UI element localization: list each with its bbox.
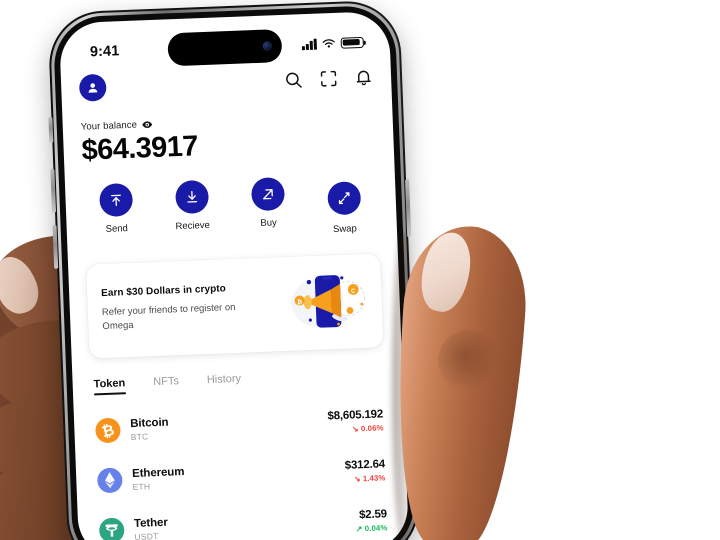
wifi-icon — [322, 38, 335, 48]
battery-icon — [340, 36, 364, 49]
user-avatar-icon[interactable] — [78, 73, 107, 102]
action-label: Recieve — [175, 219, 211, 233]
token-price: $2.59 — [358, 507, 388, 521]
bitcoin-icon: ₿ — [94, 417, 121, 444]
action-swap[interactable]: Swap — [315, 181, 373, 236]
action-receive[interactable]: Recieve — [163, 179, 221, 242]
bell-icon[interactable] — [354, 68, 374, 88]
token-change: ↗ 0.04% — [356, 523, 388, 533]
token-values: $2.59 ↗ 0.04% — [355, 507, 388, 533]
status-bar-indicators — [301, 36, 364, 50]
wallet-tabs: Token NFTs History — [90, 367, 384, 395]
svg-text:₿: ₿ — [100, 422, 116, 441]
promo-subtitle: Refer your friends to register on Omega — [101, 302, 236, 333]
table-row[interactable]: Tether USDT $2.59 ↗ 0.04% — [96, 500, 391, 540]
action-label: Buy — [260, 217, 278, 229]
trend-down-icon: ↘ — [353, 473, 361, 484]
tab-nfts[interactable]: NFTs — [153, 375, 179, 393]
token-list: ₿ Bitcoin BTC $8,605.192 ↘ 0.06% Ethereu… — [92, 400, 391, 540]
status-bar-clock: 9:41 — [89, 43, 120, 61]
token-change-value: 0.06% — [360, 422, 384, 433]
smartphone: 9:41 Your balance $64.3917 Send Recieve … — [47, 0, 421, 540]
arrow-up-right-icon — [250, 177, 285, 212]
trend-up-icon: ↗ — [355, 523, 363, 533]
promo-card[interactable]: Earn $30 Dollars in crypto Refer your fr… — [86, 253, 384, 359]
token-info: Tether USDT — [134, 509, 346, 540]
tab-token[interactable]: Token — [93, 377, 125, 395]
app-header — [78, 64, 374, 102]
token-change-value: 1.43% — [362, 472, 386, 483]
token-info: Bitcoin BTC — [130, 410, 318, 441]
megaphone-phone-illustration: ₿ C — [284, 268, 370, 337]
table-row[interactable]: ₿ Bitcoin BTC $8,605.192 ↘ 0.06% — [92, 400, 387, 450]
scene: 9:41 Your balance $64.3917 Send Recieve … — [0, 0, 720, 540]
trend-down-icon: ↘ — [351, 423, 359, 434]
balance-section: Your balance $64.3917 — [81, 110, 377, 167]
arrow-up-to-line-icon — [98, 182, 133, 218]
wallet-app: Your balance $64.3917 Send Recieve Buy S… — [59, 11, 409, 540]
tether-icon — [98, 517, 125, 540]
token-values: $312.64 ↘ 1.43% — [345, 458, 386, 484]
ethereum-icon — [96, 467, 123, 494]
token-change: ↘ 1.43% — [345, 472, 386, 484]
token-price: $312.64 — [344, 457, 386, 472]
promo-title: Earn $30 Dollars in crypto — [100, 283, 227, 300]
arrow-down-to-line-icon — [174, 179, 209, 215]
front-camera-icon — [262, 41, 272, 51]
table-row[interactable]: Ethereum ETH $312.64 ↘ 1.43% — [94, 450, 389, 500]
token-change-value: 0.04% — [364, 522, 388, 533]
svg-text:₿: ₿ — [297, 299, 302, 306]
eye-icon[interactable] — [142, 119, 153, 130]
dynamic-island — [167, 28, 283, 67]
action-buy[interactable]: Buy — [239, 177, 297, 239]
cellular-bars-icon — [301, 38, 317, 50]
quick-actions: Send Recieve Buy Swap — [83, 173, 379, 244]
action-label: Swap — [332, 223, 357, 236]
tab-history[interactable]: History — [207, 373, 242, 391]
action-label: Send — [105, 223, 129, 235]
token-info: Ethereum ETH — [132, 460, 336, 492]
search-icon[interactable] — [284, 70, 304, 90]
balance-label: Your balance — [80, 119, 138, 133]
token-change: ↘ 0.06% — [328, 423, 384, 434]
scan-icon[interactable] — [319, 69, 339, 89]
swap-arrows-icon — [326, 181, 361, 216]
token-values: $8,605.192 ↘ 0.06% — [327, 408, 383, 434]
token-price: $8,605.192 — [327, 407, 384, 423]
phone-screen: 9:41 Your balance $64.3917 Send Recieve … — [58, 10, 410, 540]
promo-text: Earn $30 Dollars in crypto Refer your fr… — [101, 282, 279, 334]
action-send[interactable]: Send — [87, 182, 145, 244]
header-actions — [284, 68, 374, 90]
